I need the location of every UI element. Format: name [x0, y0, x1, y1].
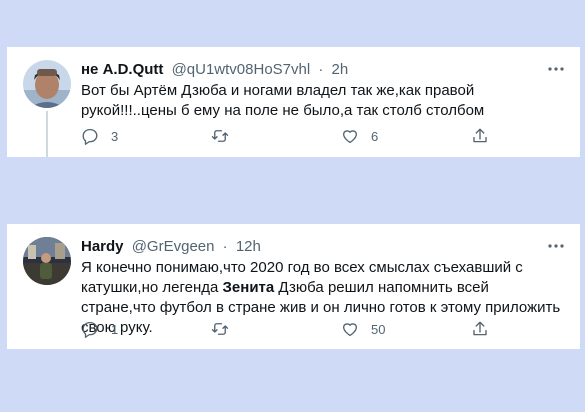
- timestamp[interactable]: 2h: [332, 61, 349, 78]
- like-count: 50: [371, 321, 386, 337]
- like-button[interactable]: 50: [341, 319, 385, 339]
- retweet-icon: [211, 323, 229, 335]
- reply-button[interactable]: 1: [81, 319, 118, 339]
- avatar[interactable]: [23, 237, 71, 285]
- tweet-header: не A.D.Qutt @qU1wtv08HoS7vhl · 2h: [81, 60, 348, 80]
- share-icon: [473, 128, 487, 143]
- share-button[interactable]: [471, 126, 489, 146]
- tweet-header: Hardy @GrEvgeen · 12h: [81, 237, 261, 257]
- reply-count: 3: [111, 128, 119, 144]
- reply-button[interactable]: 3: [81, 126, 118, 146]
- share-button[interactable]: [471, 319, 489, 339]
- reply-count: 1: [111, 321, 119, 337]
- retweet-icon: [211, 130, 229, 142]
- tweet-card[interactable]: Hardy @GrEvgeen · 12h Я конечно понимаю,…: [7, 224, 580, 349]
- author-name[interactable]: Hardy: [81, 238, 124, 255]
- retweet-button[interactable]: [211, 319, 241, 339]
- reply-icon: [82, 128, 98, 145]
- more-dots-icon[interactable]: [546, 59, 566, 79]
- separator-dot: ·: [222, 238, 228, 255]
- like-button[interactable]: 6: [341, 126, 378, 146]
- more-dots-icon[interactable]: [546, 236, 566, 256]
- heart-icon: [342, 323, 358, 337]
- thread-line: [46, 111, 48, 157]
- author-handle[interactable]: @GrEvgeen: [132, 238, 215, 255]
- author-name[interactable]: не A.D.Qutt: [81, 61, 163, 78]
- timestamp[interactable]: 12h: [236, 238, 261, 255]
- avatar[interactable]: [23, 60, 71, 108]
- heart-icon: [342, 130, 358, 144]
- tweet-text-bold: Зенита: [222, 279, 275, 296]
- like-count: 6: [371, 128, 379, 144]
- action-bar: 1 50: [81, 319, 501, 339]
- retweet-button[interactable]: [211, 126, 241, 146]
- share-icon: [473, 321, 487, 336]
- separator-dot: ·: [318, 61, 324, 78]
- author-handle[interactable]: @qU1wtv08HoS7vhl: [172, 61, 311, 78]
- action-bar: 3 6: [81, 126, 501, 146]
- tweet-text: Вот бы Артём Дзюба и ногами владел так ж…: [81, 82, 485, 119]
- reply-icon: [82, 321, 98, 338]
- tweet-card[interactable]: не A.D.Qutt @qU1wtv08HoS7vhl · 2h Вот бы…: [7, 47, 580, 157]
